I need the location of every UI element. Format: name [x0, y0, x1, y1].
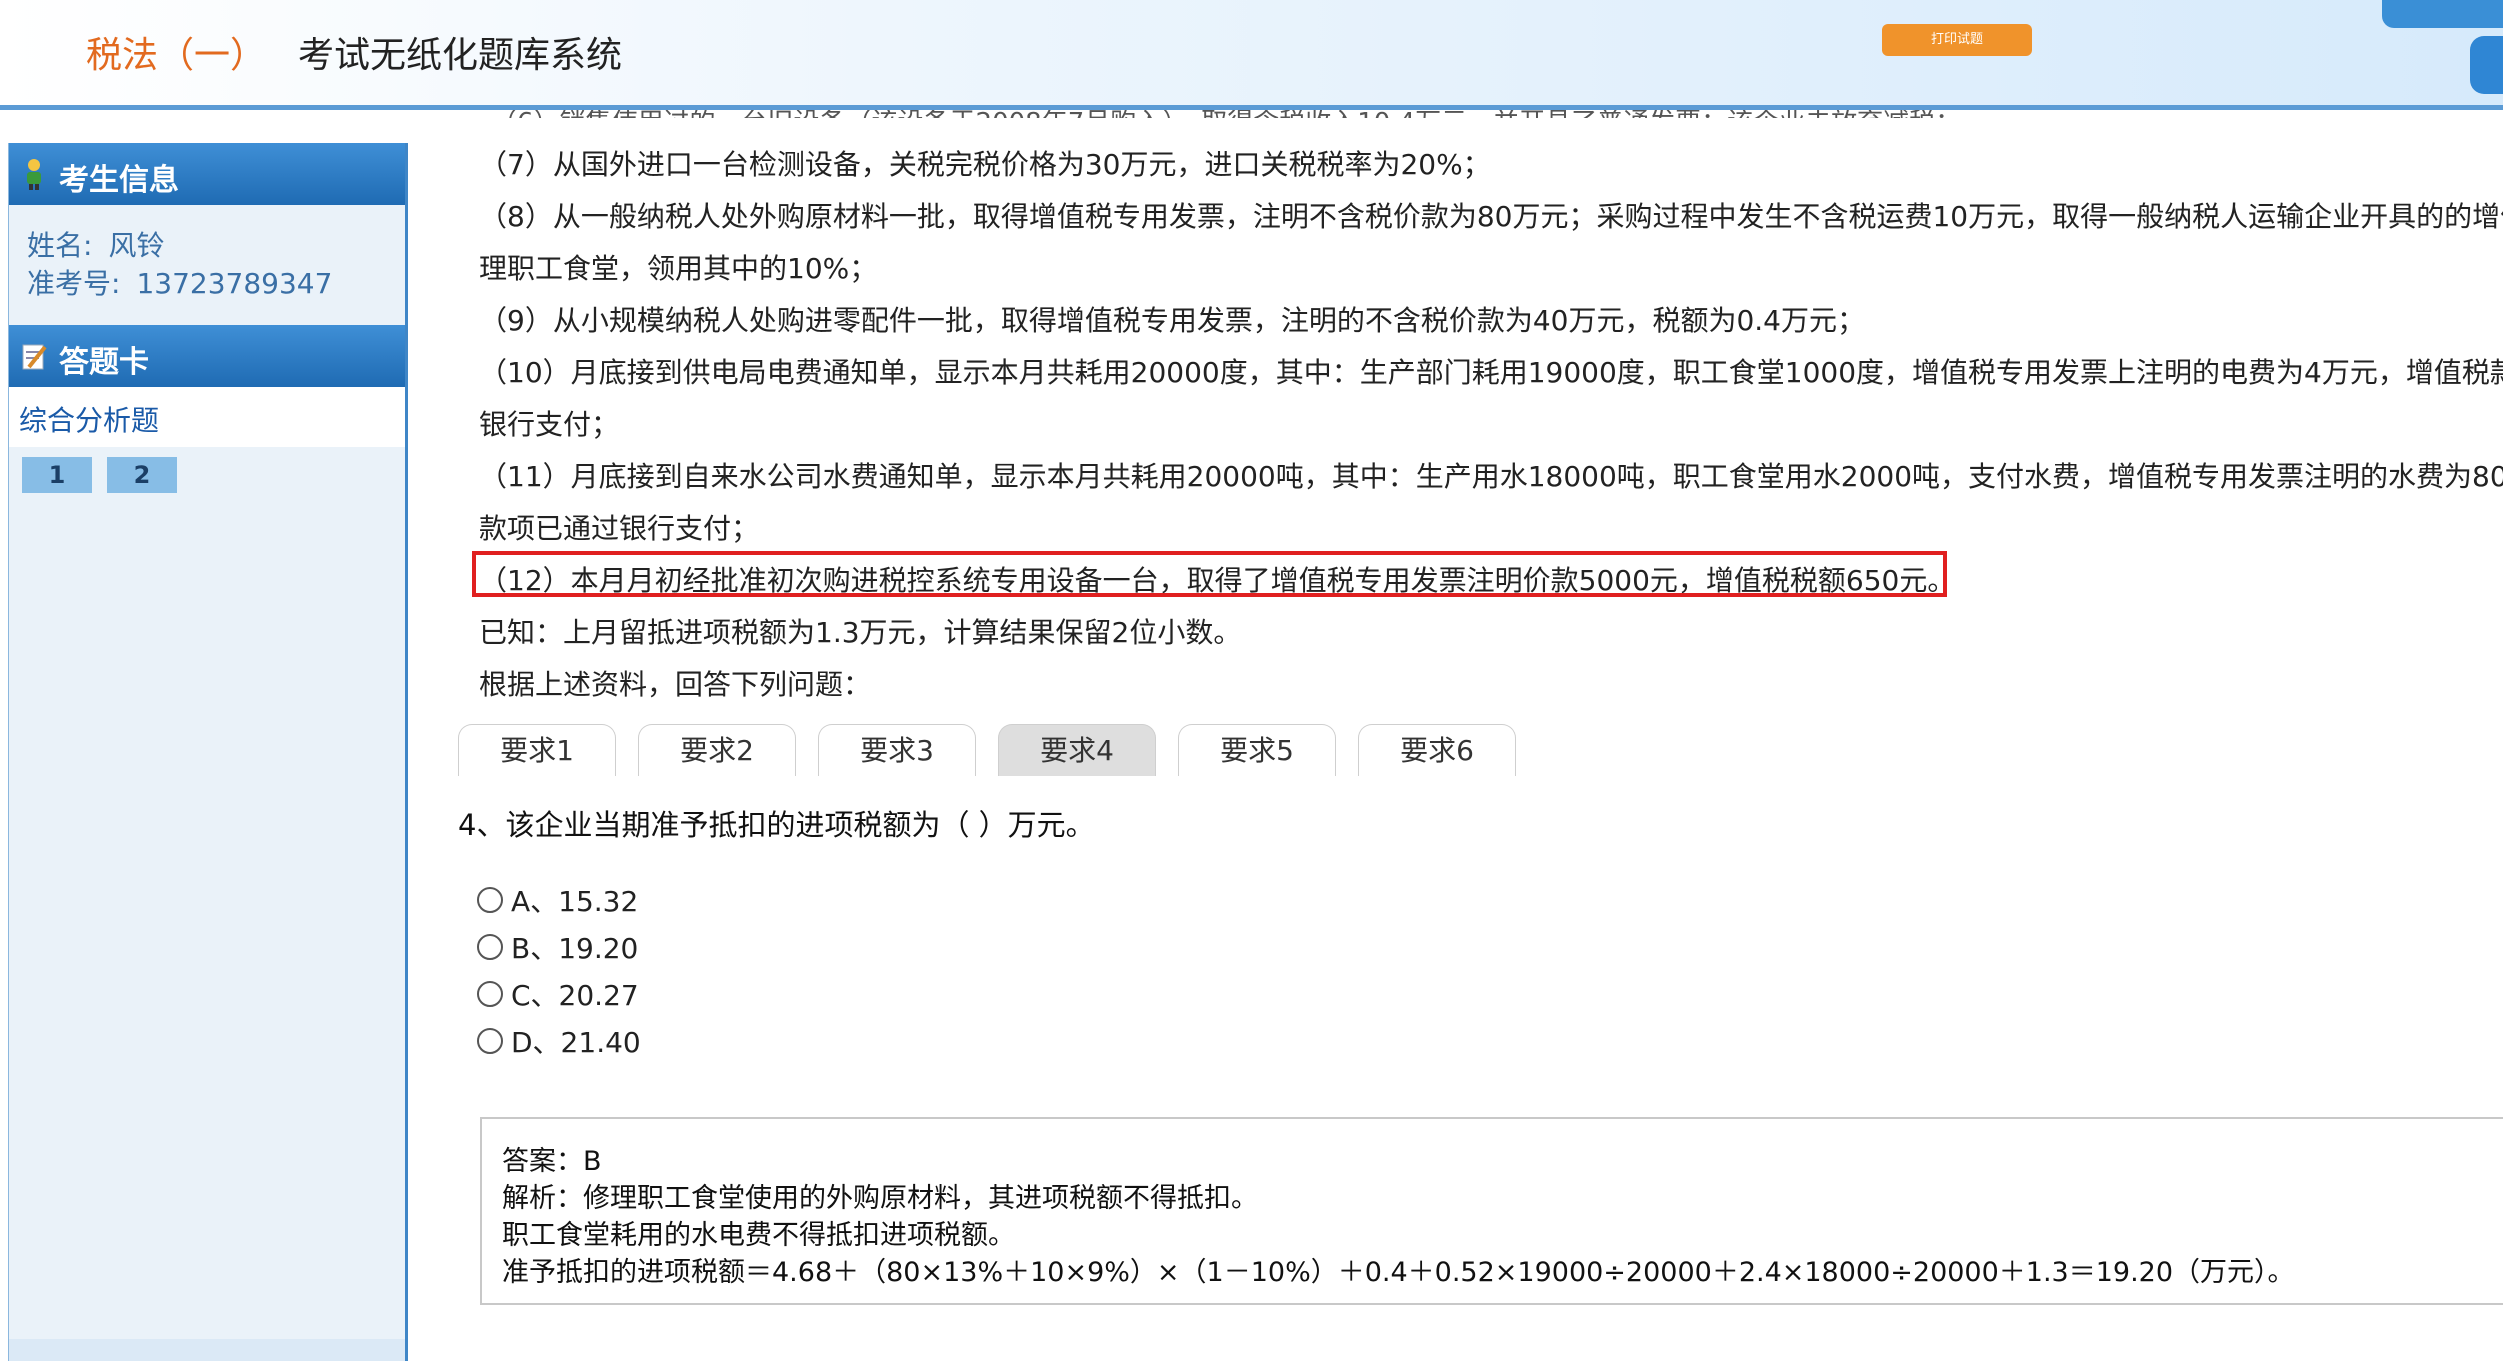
tab-requirement-6[interactable]: 要求6 — [1358, 724, 1516, 776]
edit-note-icon — [22, 344, 47, 370]
id-label: 准考号: — [27, 267, 121, 300]
question-number-button[interactable]: 2 — [107, 457, 177, 493]
section-row: 综合分析题 — [9, 387, 405, 447]
side-collapse-button[interactable] — [2470, 36, 2503, 94]
material-paragraph: （10）月底接到供电局电费通知单，显示本月共耗用20000度，其中：生产部门耗用… — [479, 356, 2503, 389]
tab-requirement-1[interactable]: 要求1 — [458, 724, 616, 776]
highlight-box — [472, 551, 1947, 597]
answer-card-title: 答题卡 — [59, 345, 149, 380]
name-row: 姓名: 风铃 — [27, 227, 405, 265]
name-label: 姓名: — [27, 229, 93, 262]
option-label: A、15.32 — [511, 885, 639, 918]
candidate-panel-title: 考生信息 — [59, 163, 179, 198]
answer-card-header: 答题卡 — [9, 325, 405, 387]
answer-analysis-box: 答案：B 解析：修理职工食堂使用的外购原材料，其进项税额不得抵扣。 职工食堂耗用… — [480, 1117, 2503, 1305]
print-button[interactable]: 打印试题 — [1882, 24, 2032, 56]
cut-off-paragraph: （6）销售使用过的一台旧设备（该设备于2008年7月购入），取得含税收入10.4… — [491, 110, 1961, 118]
question-number-button[interactable]: 1 — [22, 457, 92, 493]
question-number-grid: 1 2 — [9, 447, 405, 507]
radio-button[interactable] — [477, 981, 503, 1007]
option-label: C、20.27 — [511, 979, 639, 1012]
app-header: 税法（一） 考试无纸化题库系统 打印试题 — [0, 0, 2503, 110]
candidate-info: 姓名: 风铃 准考号: 13723789347 — [9, 205, 405, 325]
question-content: （6）销售使用过的一台旧设备（该设备于2008年7月购入），取得含税收入10.4… — [455, 110, 2503, 1361]
material-paragraph: 款项已通过银行支付； — [479, 512, 760, 545]
material-paragraph: （11）月底接到自来水公司水费通知单，显示本月共耗用20000吨，其中：生产用水… — [479, 460, 2503, 493]
formula-line: 准予抵扣的进项税额＝4.68＋（80×13%＋10×9%）×（1－10%）＋0.… — [502, 1257, 2295, 1288]
analysis-line: 解析：修理职工食堂使用的外购原材料，其进项税额不得抵扣。 — [502, 1183, 1258, 1214]
section-link[interactable]: 综合分析题 — [19, 399, 159, 439]
option-b[interactable]: B、19.20 — [477, 927, 638, 967]
sidebar: 考生信息 姓名: 风铃 准考号: 13723789347 答题卡 综合分析题 1 2 — [8, 143, 408, 1361]
tab-requirement-3[interactable]: 要求3 — [818, 724, 976, 776]
tab-requirement-4[interactable]: 要求4 — [998, 724, 1156, 776]
question-text: 4、该企业当期准予抵扣的进项税额为（ ）万元。 — [458, 808, 1095, 842]
id-row: 准考号: 13723789347 — [27, 265, 405, 303]
option-a[interactable]: A、15.32 — [477, 880, 638, 920]
material-paragraph: （9）从小规模纳税人处购进零配件一批，取得增值税专用发票，注明的不含税价款为40… — [479, 304, 1865, 337]
material-paragraph: （8）从一般纳税人处外购原材料一批，取得增值税专用发票，注明不含税价款为80万元… — [479, 200, 2503, 233]
option-c[interactable]: C、20.27 — [477, 974, 639, 1014]
option-label: D、21.40 — [511, 1026, 641, 1059]
candidate-panel-header: 考生信息 — [9, 143, 405, 205]
material-paragraph: 理职工食堂，领用其中的10%； — [479, 252, 878, 285]
option-d[interactable]: D、21.40 — [477, 1021, 641, 1061]
material-paragraph: （7）从国外进口一台检测设备，关税完税价格为30万元，进口关税税率为20%； — [479, 148, 1491, 181]
id-value: 13723789347 — [136, 267, 333, 300]
tab-requirement-5[interactable]: 要求5 — [1178, 724, 1336, 776]
material-paragraph: 已知：上月留抵进项税额为1.3万元，计算结果保留2位小数。 — [479, 616, 1242, 649]
answer-line: 答案：B — [502, 1146, 602, 1177]
subject-title: 税法（一） — [86, 35, 267, 76]
tab-requirement-2[interactable]: 要求2 — [638, 724, 796, 776]
material-paragraph: 银行支付； — [479, 408, 620, 441]
radio-button[interactable] — [477, 1028, 503, 1054]
user-icon — [27, 159, 41, 190]
sidebar-footer — [9, 1339, 405, 1361]
name-value: 风铃 — [108, 229, 165, 262]
analysis-note-line: 职工食堂耗用的水电费不得抵扣进项税额。 — [502, 1220, 1015, 1251]
option-label: B、19.20 — [511, 932, 639, 965]
top-right-tab[interactable] — [2382, 0, 2503, 28]
radio-button[interactable] — [477, 934, 503, 960]
material-paragraph: 根据上述资料，回答下列问题： — [479, 668, 872, 701]
radio-button[interactable] — [477, 887, 503, 913]
system-title: 考试无纸化题库系统 — [298, 35, 623, 76]
